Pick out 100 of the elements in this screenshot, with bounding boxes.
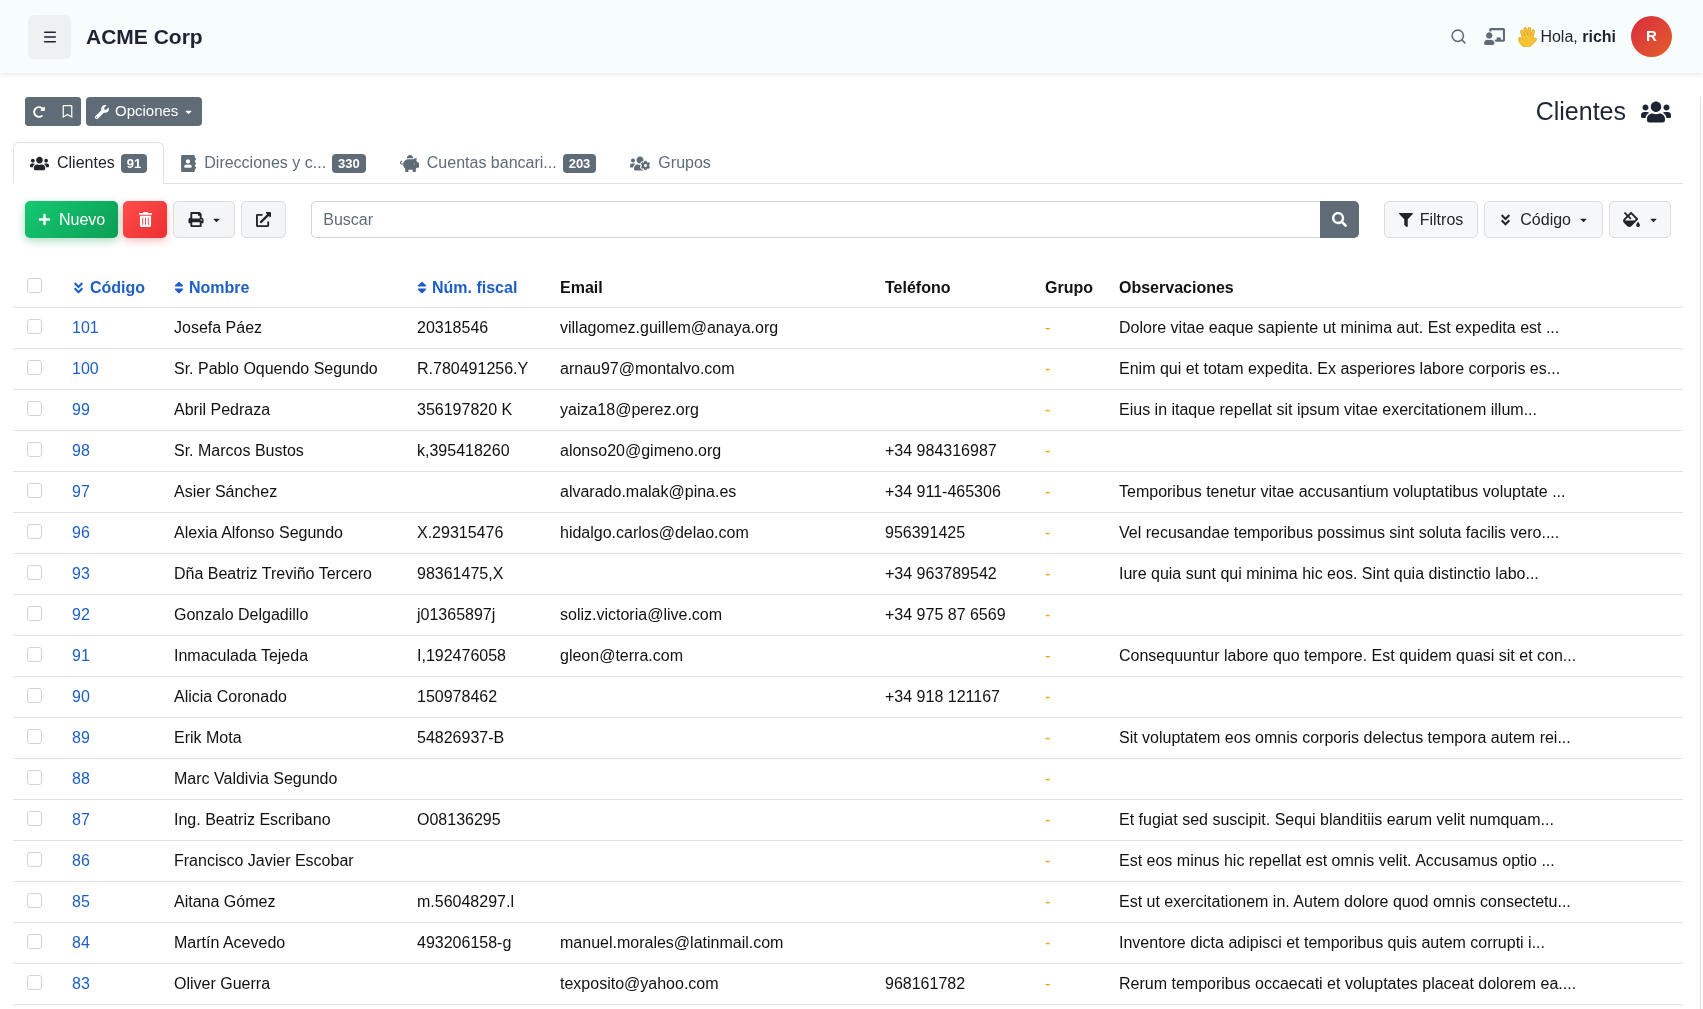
code-link[interactable]: 97 — [72, 483, 90, 500]
row-checkbox[interactable] — [27, 523, 42, 539]
search-button[interactable] — [1319, 201, 1359, 238]
row-checkbox[interactable] — [27, 728, 42, 744]
page-title: Clientes — [1535, 95, 1626, 127]
name-cell: Alicia Coronado — [174, 688, 287, 705]
row-checkbox[interactable] — [27, 318, 42, 334]
email-cell: hidalgo.carlos@delao.com — [560, 524, 749, 541]
group-cell: - — [1045, 606, 1051, 623]
column-header: Teléfono — [885, 277, 951, 298]
row-checkbox[interactable] — [27, 441, 42, 457]
row-checkbox[interactable] — [27, 564, 42, 580]
fiscal-id-cell: R.780491256.Y — [417, 360, 529, 377]
code-link[interactable]: 85 — [72, 893, 90, 910]
row-checkbox[interactable] — [27, 769, 42, 785]
search-icon[interactable] — [1450, 28, 1468, 45]
tab[interactable]: Clientes 91 — [13, 142, 165, 184]
row-checkbox[interactable] — [27, 605, 42, 621]
notes-cell: Dolore vitae eaque sapiente ut minima aut. Est expedita est ... — [1119, 319, 1560, 336]
name-cell: Marc Valdivia Segundo — [174, 770, 338, 787]
row-checkbox[interactable] — [27, 687, 42, 703]
fiscal-id-cell: j01365897j — [417, 606, 496, 623]
name-cell: Aitana Gómez — [174, 893, 276, 910]
code-link[interactable]: 92 — [72, 606, 90, 623]
group-cell: - — [1045, 401, 1051, 418]
fiscal-id-cell: 54826937-B — [417, 729, 505, 746]
sortable-column-header[interactable]: Nombre — [174, 275, 250, 300]
row-checkbox[interactable] — [27, 892, 42, 908]
code-link[interactable]: 99 — [72, 401, 90, 418]
code-link[interactable]: 101 — [72, 319, 99, 336]
row-checkbox[interactable] — [27, 359, 42, 375]
name-cell: Martín Acevedo — [174, 934, 286, 951]
code-link[interactable]: 89 — [72, 729, 90, 746]
tab[interactable]: Cuentas bancari... 203 — [382, 142, 614, 184]
external-link-icon — [256, 212, 272, 227]
name-cell: Sr. Marcos Bustos — [174, 442, 304, 459]
order-button[interactable]: Código — [1484, 201, 1603, 238]
plus-icon — [38, 213, 51, 226]
code-link[interactable]: 98 — [72, 442, 90, 459]
fiscal-id-cell: 356197820 K — [417, 401, 513, 418]
piggy-bank-icon — [399, 154, 419, 172]
row-checkbox[interactable] — [27, 400, 42, 416]
code-link[interactable]: 88 — [72, 770, 90, 787]
delete-button[interactable] — [123, 201, 168, 238]
phone-cell: +34 963789542 — [885, 565, 997, 582]
notes-cell: Et fugiat sed suscipit. Sequi blanditiis earum velit numquam... — [1119, 811, 1554, 828]
export-button[interactable] — [241, 201, 287, 238]
filters-button[interactable]: Filtros — [1383, 201, 1479, 238]
color-button[interactable] — [1609, 201, 1671, 238]
row-checkbox[interactable] — [27, 933, 42, 949]
notes-cell: Enim qui et totam expedita. Ex asperiores labore corporis es... — [1119, 360, 1561, 377]
row-checkbox[interactable] — [27, 851, 42, 867]
fiscal-id-cell: 493206158-g — [417, 934, 512, 951]
name-cell: Josefa Páez — [174, 319, 263, 336]
code-link[interactable]: 96 — [72, 524, 90, 541]
fiscal-id-cell: 20318546 — [417, 319, 489, 336]
group-cell: - — [1045, 852, 1051, 869]
code-link[interactable]: 93 — [72, 565, 90, 582]
code-link[interactable]: 84 — [72, 934, 90, 951]
options-button[interactable]: Opciones — [86, 97, 203, 126]
paint-bucket-icon — [1622, 212, 1640, 227]
code-link[interactable]: 100 — [72, 360, 99, 377]
sortable-column-header[interactable]: Código — [72, 275, 146, 300]
fiscal-id-cell: O08136295 — [417, 811, 501, 828]
code-link[interactable]: 90 — [72, 688, 90, 705]
email-cell: alonso20@gimeno.org — [560, 442, 722, 459]
code-link[interactable]: 87 — [72, 811, 90, 828]
search-field[interactable]: Buscar — [311, 201, 1320, 238]
row-checkbox[interactable] — [27, 482, 42, 498]
phone-cell: +34 975 87 6569 — [885, 606, 1006, 623]
notes-cell: Temporibus tenetur vitae accusantium voluptatibus voluptate ... — [1119, 483, 1566, 500]
users-gear-icon — [630, 154, 651, 172]
row-checkbox[interactable] — [27, 974, 42, 990]
menu-button[interactable] — [28, 14, 71, 59]
phone-cell: 968161782 — [885, 975, 966, 992]
code-link[interactable]: 83 — [72, 975, 90, 992]
trash-icon — [138, 212, 152, 227]
select-all-checkbox[interactable] — [27, 278, 42, 293]
sortable-column-header[interactable]: Núm. fiscal — [417, 275, 518, 300]
refresh-icon — [33, 105, 45, 118]
row-checkbox[interactable] — [27, 646, 42, 662]
code-link[interactable]: 91 — [72, 647, 90, 664]
user-avatar[interactable]: R — [1631, 16, 1672, 57]
phone-cell: +34 911-465306 — [885, 483, 1001, 500]
name-cell: Inmaculada Tejeda — [174, 647, 309, 664]
notes-cell: Rerum temporibus occaecati et voluptates placeat dolorem ea.... — [1119, 975, 1577, 992]
notes-cell: Iure quia sunt qui minima hic eos. Sint quia distinctio labo... — [1119, 565, 1539, 582]
tab[interactable]: Direcciones y c... 330 — [164, 142, 383, 184]
code-link[interactable]: 86 — [72, 852, 90, 869]
fiscal-id-cell: m.56048297.l — [417, 893, 514, 910]
count-badge: 91 — [120, 153, 148, 173]
print-button[interactable] — [173, 201, 236, 238]
tab[interactable]: Grupos — [613, 142, 728, 184]
row-checkbox[interactable] — [27, 810, 42, 826]
group-cell: - — [1045, 442, 1051, 459]
count-badge: 203 — [562, 153, 597, 173]
search-icon — [1331, 212, 1347, 227]
name-cell: Ing. Beatriz Escribano — [174, 811, 331, 828]
presenter-screen-icon[interactable] — [1484, 28, 1506, 45]
name-cell: Abril Pedraza — [174, 401, 271, 418]
